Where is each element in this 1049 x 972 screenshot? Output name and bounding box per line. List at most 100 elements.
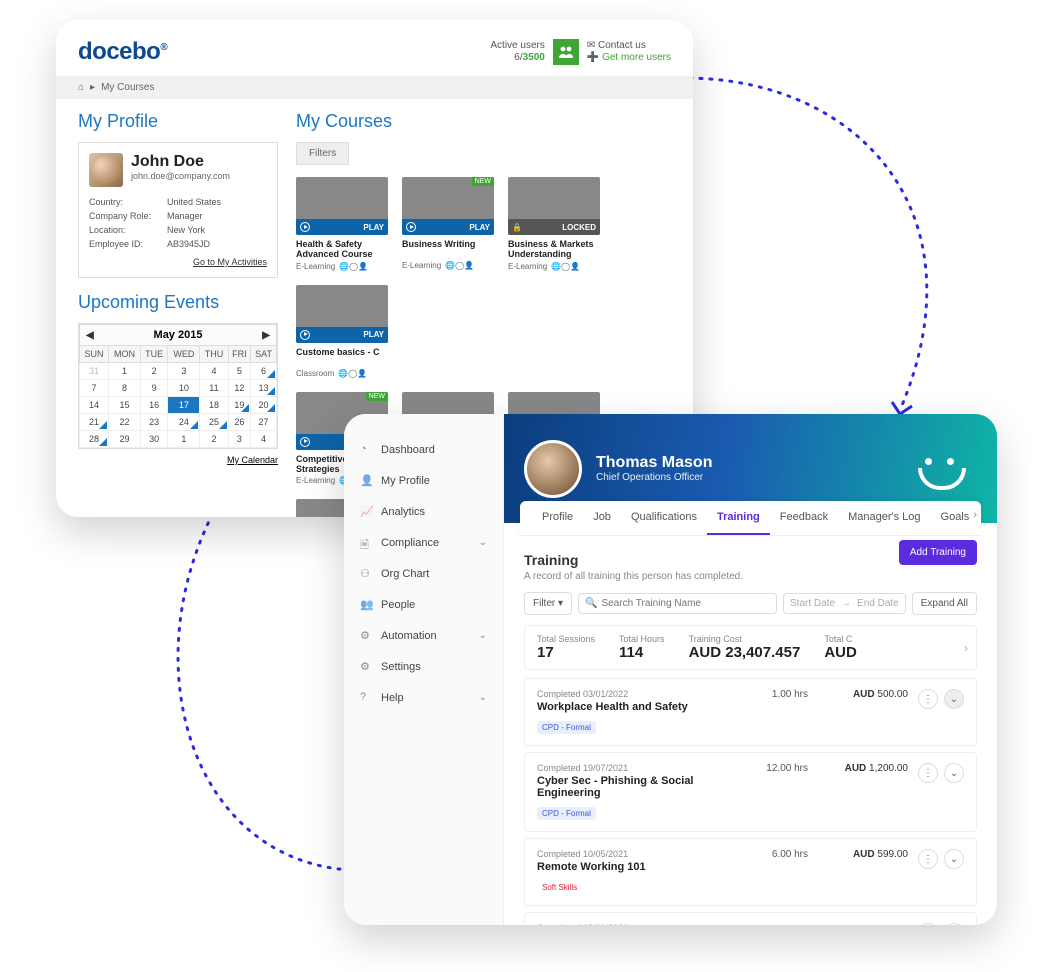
course-title: Health & Safety Advanced Course: [296, 239, 388, 260]
expand-all-button[interactable]: Expand All: [912, 592, 977, 615]
course-card[interactable]: NEW PLAY Business Writing E-Learning 🌐◯👤: [402, 177, 494, 271]
cal-day[interactable]: 13: [251, 380, 277, 397]
cal-day[interactable]: 22: [109, 414, 141, 431]
sidebar-item-help[interactable]: ?Help ⌄: [344, 682, 503, 713]
profile-card: John Doe john.doe@company.com Country:Un…: [78, 142, 278, 278]
cal-day[interactable]: 10: [168, 380, 200, 397]
cal-day[interactable]: 3: [168, 363, 200, 380]
tabs: ProfileJobQualificationsTrainingFeedback…: [520, 501, 981, 536]
cal-day[interactable]: 4: [200, 363, 228, 380]
cal-day[interactable]: 11: [200, 380, 228, 397]
course-card[interactable]: PLAY Custome basics - C Classroom 🌐◯👤: [296, 285, 388, 378]
search-input[interactable]: 🔍: [578, 593, 777, 614]
tab-manager-s-log[interactable]: Manager's Log: [838, 501, 930, 535]
cal-day[interactable]: 23: [140, 414, 168, 431]
cal-day[interactable]: 19: [228, 397, 250, 414]
sidebar-item-settings[interactable]: ⚙Settings: [344, 651, 503, 682]
sidebar-item-analytics[interactable]: 📈Analytics: [344, 496, 503, 527]
cal-day[interactable]: 3: [228, 431, 250, 448]
cal-day[interactable]: 6: [251, 363, 277, 380]
row-hours: 6.00 hrs: [746, 849, 808, 860]
course-type: E-Learning 🌐◯👤: [402, 261, 494, 270]
cal-day[interactable]: 25: [200, 414, 228, 431]
row-date: Completed 03/01/2022: [537, 689, 736, 699]
course-card[interactable]: PLAY Health & Safety Advanced Course E-L…: [296, 177, 388, 271]
cal-day[interactable]: 20: [251, 397, 277, 414]
chevron-down-icon: ⌄: [479, 630, 487, 641]
cal-day[interactable]: 7: [80, 380, 109, 397]
more-icon[interactable]: ⋮: [918, 763, 938, 783]
cal-day[interactable]: 16: [140, 397, 168, 414]
course-title: Business Writing: [402, 239, 494, 259]
cal-day[interactable]: 21: [80, 414, 109, 431]
get-more-users-link[interactable]: ➕ Get more users: [587, 52, 671, 64]
expand-row-icon[interactable]: ⌄: [944, 763, 964, 783]
cal-day[interactable]: 12: [228, 380, 250, 397]
more-icon[interactable]: ⋮: [918, 923, 938, 925]
cal-day[interactable]: 26: [228, 414, 250, 431]
sidebar-item-compliance[interactable]: 🗎Compliance ⌄: [344, 527, 503, 558]
cal-day[interactable]: 30: [140, 431, 168, 448]
row-hours: 12.00 hrs: [746, 763, 808, 774]
tabs-scroll-right-icon[interactable]: ›: [973, 509, 977, 521]
sidebar-item-people[interactable]: 👥People: [344, 589, 503, 620]
cal-day[interactable]: 17: [168, 397, 200, 414]
calendar[interactable]: SUNMONTUEWEDTHUFRISAT 311234567891011121…: [79, 345, 277, 448]
chevron-down-icon: ⌄: [479, 537, 487, 548]
contact-link[interactable]: ✉ Contact us: [587, 40, 671, 52]
search-icon: 🔍: [585, 598, 597, 609]
tab-qualifications[interactable]: Qualifications: [621, 501, 707, 535]
sidebar-item-org-chart[interactable]: ⚇Org Chart: [344, 558, 503, 589]
cal-day[interactable]: 24: [168, 414, 200, 431]
date-range[interactable]: Start Date → End Date: [783, 593, 906, 614]
new-badge: NEW: [366, 392, 388, 401]
sidebar-item-automation[interactable]: ⚙Automation ⌄: [344, 620, 503, 651]
course-card[interactable]: 🔒LOCKED Business & Markets Understanding…: [508, 177, 600, 271]
cal-day[interactable]: 9: [140, 380, 168, 397]
cal-prev-icon[interactable]: ◀: [86, 330, 94, 341]
tab-goals[interactable]: Goals: [931, 501, 980, 535]
cal-day[interactable]: 29: [109, 431, 141, 448]
cal-day[interactable]: 15: [109, 397, 141, 414]
expand-row-icon[interactable]: ⌄: [944, 689, 964, 709]
expand-row-icon[interactable]: ⌄: [944, 923, 964, 925]
row-amount: AUD 500.00: [818, 689, 908, 700]
cal-day[interactable]: 1: [168, 431, 200, 448]
cal-day[interactable]: 28: [80, 431, 109, 448]
tab-job[interactable]: Job: [583, 501, 621, 535]
tab-training[interactable]: Training: [707, 501, 770, 535]
row-tag: CPD - Formal: [537, 721, 596, 734]
stats-scroll-icon[interactable]: ›: [964, 641, 968, 655]
tab-feedback[interactable]: Feedback: [770, 501, 838, 535]
row-title: Remote Working 101: [537, 861, 736, 873]
cal-day[interactable]: 8: [109, 380, 141, 397]
home-icon[interactable]: ⌂: [78, 82, 84, 93]
tab-profile[interactable]: Profile: [532, 501, 583, 535]
more-icon[interactable]: ⋮: [918, 849, 938, 869]
cal-day[interactable]: 1: [109, 363, 141, 380]
add-training-button[interactable]: Add Training: [899, 540, 977, 565]
cal-day[interactable]: 14: [80, 397, 109, 414]
breadcrumb[interactable]: ⌂ ▸ My Courses: [56, 76, 693, 99]
expand-row-icon[interactable]: ⌄: [944, 849, 964, 869]
cal-day[interactable]: 27: [251, 414, 277, 431]
nav-icon: 📈: [360, 505, 373, 518]
filters-button[interactable]: Filters: [296, 142, 349, 165]
filter-button[interactable]: Filter ▾: [524, 592, 572, 615]
cal-day[interactable]: 2: [200, 431, 228, 448]
cal-next-icon[interactable]: ▶: [262, 330, 270, 341]
row-hours: 1.00 hrs: [746, 689, 808, 700]
go-to-activities-link[interactable]: Go to My Activities: [89, 257, 267, 267]
more-icon[interactable]: ⋮: [918, 689, 938, 709]
sidebar-item-my-profile[interactable]: 👤My Profile: [344, 465, 503, 496]
my-calendar-link[interactable]: My Calendar: [78, 455, 278, 465]
cal-day[interactable]: 4: [251, 431, 277, 448]
sidebar: ◔Dashboard 👤My Profile 📈Analytics 🗎Compl…: [344, 414, 504, 925]
row-date: Completed 19/07/2021: [537, 763, 736, 773]
cal-day[interactable]: 2: [140, 363, 168, 380]
nav-icon: 👤: [360, 474, 373, 487]
cal-day[interactable]: 5: [228, 363, 250, 380]
cal-day[interactable]: 31: [80, 363, 109, 380]
sidebar-item-dashboard[interactable]: ◔Dashboard: [344, 434, 503, 465]
cal-day[interactable]: 18: [200, 397, 228, 414]
